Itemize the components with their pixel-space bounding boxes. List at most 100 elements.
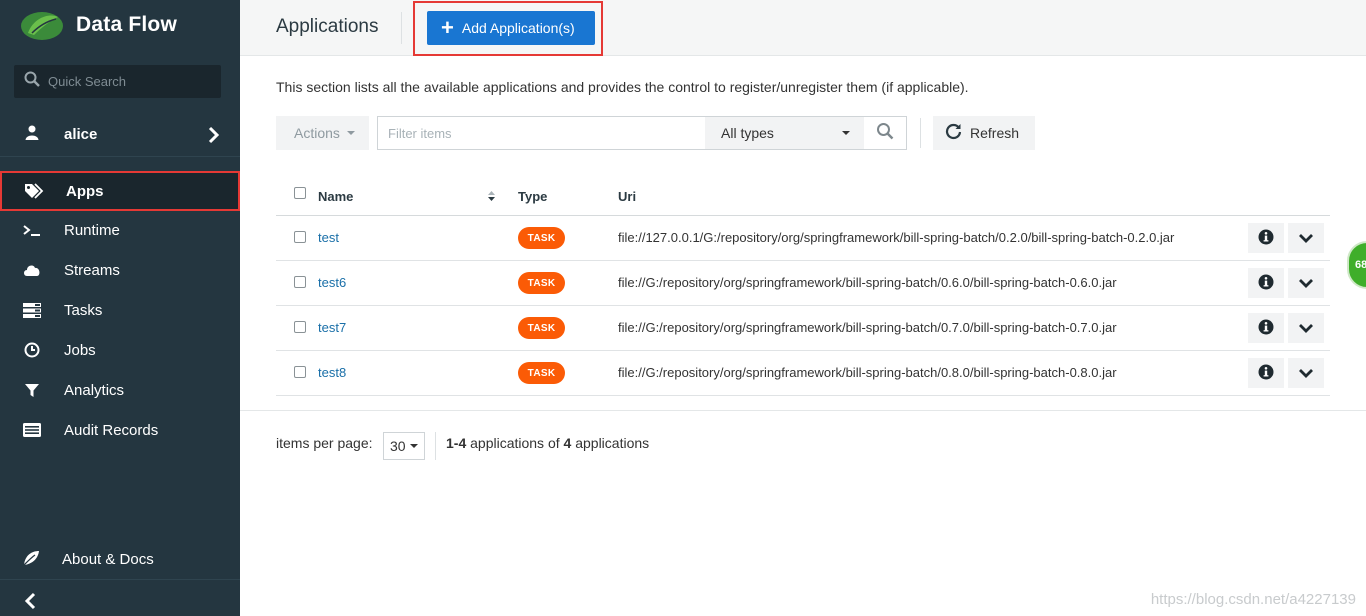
search-icon: [876, 122, 894, 145]
sidebar-item-apps[interactable]: Apps: [0, 171, 240, 211]
pager-divider: [240, 410, 1366, 411]
refresh-label: Refresh: [970, 125, 1020, 141]
page-title: Applications: [276, 16, 379, 37]
sidebar-item-streams[interactable]: Streams: [0, 250, 240, 290]
sidebar-item-label: Tasks: [64, 301, 103, 319]
filter-input[interactable]: [378, 117, 705, 149]
info-button[interactable]: [1248, 358, 1284, 388]
filter-search-button[interactable]: [864, 117, 906, 149]
actions-dropdown[interactable]: Actions: [276, 116, 369, 150]
items-per-page-select[interactable]: 30: [383, 432, 425, 460]
chevron-down-icon: [1298, 276, 1314, 291]
collapse-sidebar-button[interactable]: [24, 592, 36, 615]
brand[interactable]: Data Flow: [20, 8, 177, 42]
watermark: https://blog.csdn.net/a4227139: [1150, 591, 1356, 608]
sidebar-item-audit-records[interactable]: Audit Records: [0, 410, 240, 450]
type-badge: TASK: [518, 272, 565, 294]
table-row: test8 TASK file://G:/repository/org/spri…: [276, 351, 1330, 396]
toolbar-divider: [920, 118, 921, 148]
type-badge: TASK: [518, 362, 565, 384]
quick-search-input[interactable]: [48, 74, 208, 89]
filter-icon: [22, 380, 42, 400]
caret-down-icon: [346, 131, 355, 135]
add-application-label: Add Application(s): [461, 20, 575, 36]
page-header: Applications + Add Application(s): [240, 0, 1366, 56]
info-button[interactable]: [1248, 313, 1284, 343]
type-filter-value: All types: [721, 125, 774, 141]
header-divider: [401, 12, 402, 44]
sidebar-item-label: Streams: [64, 261, 120, 279]
type-filter-select[interactable]: All types: [705, 117, 864, 149]
pagination-range: 1-4: [446, 435, 467, 451]
row-checkbox[interactable]: [294, 231, 306, 243]
column-name-header[interactable]: Name: [318, 189, 353, 204]
items-per-page-label: items per page:: [276, 435, 373, 451]
info-icon: [1258, 364, 1274, 383]
chevron-down-icon: [1298, 321, 1314, 336]
sidebar-item-about[interactable]: About & Docs: [0, 540, 240, 580]
row-menu-button[interactable]: [1288, 358, 1324, 388]
pagination-suffix: applications: [571, 435, 650, 451]
refresh-button[interactable]: Refresh: [933, 116, 1035, 150]
table-row: test6 TASK file://G:/repository/org/spri…: [276, 261, 1330, 306]
app-name-link[interactable]: test: [318, 230, 339, 245]
sidebar-item-label: Runtime: [64, 221, 120, 239]
row-checkbox[interactable]: [294, 276, 306, 288]
add-application-button[interactable]: + Add Application(s): [427, 11, 595, 45]
sidebar-item-jobs[interactable]: Jobs: [0, 330, 240, 370]
sidebar-item-label: Apps: [66, 182, 104, 200]
info-button[interactable]: [1248, 223, 1284, 253]
sort-icon[interactable]: [487, 190, 496, 205]
chevron-down-icon: [1298, 366, 1314, 381]
row-checkbox[interactable]: [294, 321, 306, 333]
info-icon: [1258, 229, 1274, 248]
app-name-link[interactable]: test8: [318, 365, 346, 380]
row-checkbox[interactable]: [294, 366, 306, 378]
app-uri: file://G:/repository/org/springframework…: [618, 275, 1117, 290]
info-icon: [1258, 319, 1274, 338]
column-uri-header: Uri: [618, 189, 637, 204]
type-badge: TASK: [518, 227, 565, 249]
chevron-right-icon[interactable]: [208, 125, 220, 150]
select-all-checkbox[interactable]: [294, 187, 306, 199]
list-icon: [22, 420, 42, 440]
table-row: test7 TASK file://G:/repository/org/spri…: [276, 306, 1330, 351]
add-button-highlight: + Add Application(s): [413, 1, 603, 56]
sidebar-item-tasks[interactable]: Tasks: [0, 290, 240, 330]
search-icon: [24, 71, 40, 92]
info-icon: [1258, 274, 1274, 293]
chevron-down-icon: [1298, 231, 1314, 246]
app-name-link[interactable]: test7: [318, 320, 346, 335]
caret-down-icon: [842, 131, 850, 135]
app-name-link[interactable]: test6: [318, 275, 346, 290]
table-header: Name Type Uri: [276, 176, 1330, 216]
app-uri: file://G:/repository/org/springframework…: [618, 320, 1117, 335]
about-label: About & Docs: [62, 551, 154, 568]
pagination-middle: applications of: [466, 435, 564, 451]
quick-search[interactable]: [14, 65, 221, 98]
app-title: Data Flow: [76, 13, 177, 36]
applications-table: Name Type Uri test TASK file://127.0.0.1…: [276, 176, 1330, 396]
sidebar-item-label: Jobs: [64, 341, 96, 359]
row-menu-button[interactable]: [1288, 268, 1324, 298]
sidebar-item-runtime[interactable]: Runtime: [0, 210, 240, 250]
pager-separator: [435, 432, 436, 460]
row-menu-button[interactable]: [1288, 223, 1324, 253]
table-row: test TASK file://127.0.0.1/G:/repository…: [276, 216, 1330, 261]
caret-down-icon: [409, 444, 418, 448]
actions-label: Actions: [294, 125, 340, 141]
info-button[interactable]: [1248, 268, 1284, 298]
user-name: alice: [64, 126, 98, 143]
user-menu[interactable]: alice: [0, 113, 240, 157]
row-menu-button[interactable]: [1288, 313, 1324, 343]
app-uri: file://127.0.0.1/G:/repository/org/sprin…: [618, 230, 1175, 245]
app-uri: file://G:/repository/org/springframework…: [618, 365, 1117, 380]
sidebar: Data Flow alice Apps Runtime Streams: [0, 0, 240, 616]
page-description: This section lists all the available app…: [276, 79, 969, 95]
sidebar-item-analytics[interactable]: Analytics: [0, 370, 240, 410]
column-type-header: Type: [518, 189, 548, 204]
sidebar-item-label: Analytics: [64, 381, 125, 399]
clock-icon: [22, 340, 42, 360]
terminal-icon: [22, 220, 42, 240]
floating-widget-badge[interactable]: 68: [1347, 241, 1366, 289]
